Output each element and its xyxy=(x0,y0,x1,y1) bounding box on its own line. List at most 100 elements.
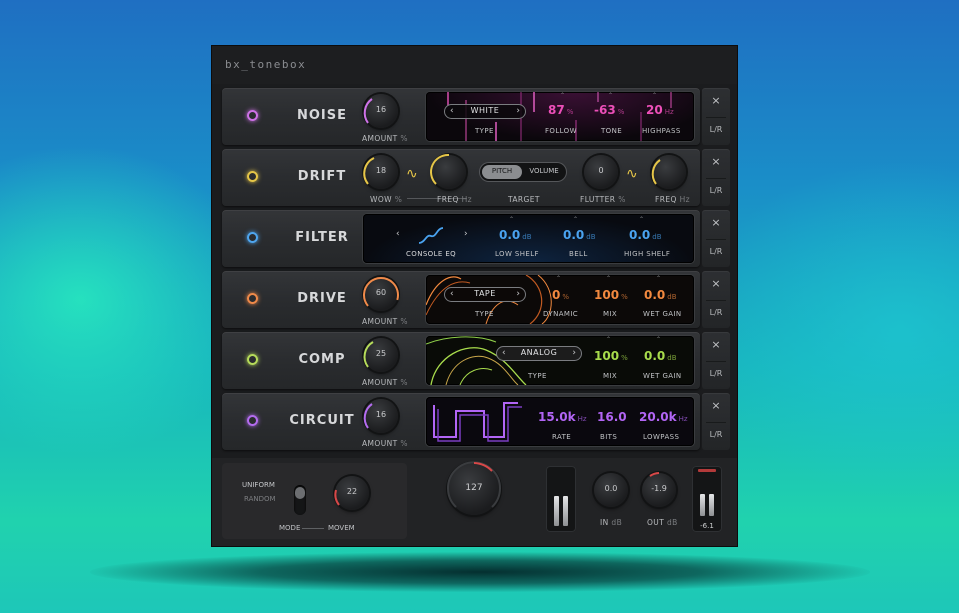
noise-follow-value[interactable]: 87% xyxy=(548,103,573,117)
comp-amount-value: 25 xyxy=(375,349,387,358)
circuit-lr-button[interactable]: L/R xyxy=(702,430,730,439)
circuit-power-button[interactable] xyxy=(247,415,258,426)
noise-type-selector[interactable]: ‹ WHITE › xyxy=(444,104,526,119)
chevron-right-icon[interactable]: › xyxy=(516,289,520,299)
comp-amount-knob[interactable]: 25 xyxy=(363,338,398,372)
drift-close-icon[interactable]: × xyxy=(702,155,730,168)
movement-knob[interactable]: 22 xyxy=(334,476,369,510)
eq-curve-icon xyxy=(418,227,444,244)
circuit-amount-knob[interactable]: 16 xyxy=(363,399,398,433)
comp-type-label: TYPE xyxy=(528,372,547,380)
comp-power-button[interactable] xyxy=(247,354,258,365)
noise-amount-knob[interactable]: 16 xyxy=(363,94,398,128)
drive-dynamic-value[interactable]: 0% xyxy=(552,288,569,302)
out-knob[interactable]: -1.9 xyxy=(642,472,676,507)
module-filter: FILTER ‹ › CONSOLE EQ ⌃ 0.0 dB LOW SHELF … xyxy=(222,210,700,267)
drive-type-selector[interactable]: ‹ TAPE › xyxy=(444,287,526,302)
filter-highshelf-label: HIGH SHELF xyxy=(624,250,671,258)
main-knob[interactable]: 127 xyxy=(447,461,501,515)
comp-wetgain-value[interactable]: 0.0 dB xyxy=(644,349,677,363)
filter-type-value[interactable]: CONSOLE EQ xyxy=(406,250,456,258)
mode-option-uniform[interactable]: UNIFORM xyxy=(242,481,275,489)
drift-flutter-value: 0 xyxy=(598,166,604,175)
filter-highshelf-value[interactable]: 0.0 dB xyxy=(629,228,662,242)
noise-lr-button[interactable]: L/R xyxy=(702,125,730,134)
comp-amount-label: AMOUNT % xyxy=(362,378,408,387)
drift-lr-button[interactable]: L/R xyxy=(702,186,730,195)
circuit-bits-label: BITS xyxy=(600,433,618,441)
filter-close-icon[interactable]: × xyxy=(702,216,730,229)
module-comp: COMP 25 AMOUNT % ‹ ANALOG › TYPE ⌃ 100% … xyxy=(222,332,700,389)
module-drive: DRIVE 60 AMOUNT % ‹ TAPE › TYPE ⌃ 0% DYN… xyxy=(222,271,700,328)
chevron-right-icon[interactable]: › xyxy=(572,348,576,358)
filter-lr-button[interactable]: L/R xyxy=(702,247,730,256)
bottom-panel: UNIFORM RANDOM 22 MODE MOVEM 127 0.0 IN … xyxy=(212,458,737,546)
filter-lowshelf-value[interactable]: 0.0 dB xyxy=(499,228,532,242)
drive-type-label: TYPE xyxy=(475,310,494,318)
mode-option-random[interactable]: RANDOM xyxy=(244,495,276,503)
in-label: IN dB xyxy=(600,518,623,527)
circuit-rate-value[interactable]: 15.0k Hz xyxy=(538,410,587,424)
chevron-left-icon[interactable]: ‹ xyxy=(396,229,400,239)
circuit-close-icon[interactable]: × xyxy=(702,399,730,412)
comp-lr-button[interactable]: L/R xyxy=(702,369,730,378)
drift-flutter-knob[interactable]: 0 xyxy=(584,155,618,189)
circuit-title: CIRCUIT xyxy=(289,413,355,428)
drive-mix-value[interactable]: 100% xyxy=(594,288,628,302)
drive-amount-label: AMOUNT % xyxy=(362,317,408,326)
noise-type-label: TYPE xyxy=(475,127,494,135)
circuit-lowpass-label: LOWPASS xyxy=(643,433,680,441)
noise-highpass-value[interactable]: 20 Hz xyxy=(646,103,674,117)
noise-tone-value[interactable]: -63% xyxy=(594,103,624,117)
input-meter xyxy=(546,466,576,532)
drive-lr-button[interactable]: L/R xyxy=(702,308,730,317)
module-drift: DRIFT 18 WOW % ∿ FREQ Hz PITCH VOLUME TA… xyxy=(222,149,700,206)
circuit-amount-label: AMOUNT % xyxy=(362,439,408,448)
noise-close-icon[interactable]: × xyxy=(702,94,730,107)
filter-power-button[interactable] xyxy=(247,232,258,243)
output-meter: -6.1 xyxy=(692,466,722,532)
target-option-volume[interactable]: VOLUME xyxy=(524,167,564,175)
drift-target-toggle[interactable]: PITCH VOLUME xyxy=(480,163,566,181)
target-option-pitch[interactable]: PITCH xyxy=(482,167,522,175)
in-value: 0.0 xyxy=(604,484,618,493)
drift-wow-knob[interactable]: 18 xyxy=(363,155,398,189)
noise-tone-label: TONE xyxy=(601,127,623,135)
chevron-right-icon[interactable]: › xyxy=(516,106,520,116)
filter-side-controls: × L/R xyxy=(702,210,730,267)
comp-mix-value[interactable]: 100% xyxy=(594,349,628,363)
comp-close-icon[interactable]: × xyxy=(702,338,730,351)
drift-freq-knob[interactable] xyxy=(430,153,466,189)
comp-type-selector[interactable]: ‹ ANALOG › xyxy=(496,346,582,361)
sine-wave-icon: ∿ xyxy=(406,166,418,182)
circuit-rate-label: RATE xyxy=(552,433,572,441)
drive-amount-value: 60 xyxy=(375,288,387,297)
drive-wetgain-label: WET GAIN xyxy=(643,310,682,318)
circuit-display: 15.0k Hz RATE 16.0 BITS 20.0k Hz LOWPASS xyxy=(426,397,694,446)
drift-wow-value: 18 xyxy=(375,166,387,175)
drift-side-controls: × L/R xyxy=(702,149,730,206)
filter-title: FILTER xyxy=(295,230,349,245)
filter-display: ‹ › CONSOLE EQ ⌃ 0.0 dB LOW SHELF ⌃ 0.0 dB… xyxy=(363,214,694,263)
noise-power-button[interactable] xyxy=(247,110,258,121)
drive-close-icon[interactable]: × xyxy=(702,277,730,290)
drive-wetgain-value[interactable]: 0.0 dB xyxy=(644,288,677,302)
chevron-right-icon[interactable]: › xyxy=(464,229,468,239)
drive-amount-knob[interactable]: 60 xyxy=(363,277,399,311)
circuit-amount-value: 16 xyxy=(375,410,387,419)
plugin-window: bx_tonebox NOISE 16 AMOUNT % ‹ WHITE › T… xyxy=(212,46,737,546)
movement-label: MOVEM xyxy=(328,524,355,532)
in-knob[interactable]: 0.0 xyxy=(594,473,628,507)
drift-freq2-knob[interactable] xyxy=(651,155,686,189)
drift-power-button[interactable] xyxy=(247,171,258,182)
out-label: OUT dB xyxy=(647,518,678,527)
circuit-bits-value[interactable]: 16.0 xyxy=(597,410,627,424)
circuit-lowpass-value[interactable]: 20.0k Hz xyxy=(639,410,688,424)
filter-bell-value[interactable]: 0.0 dB xyxy=(563,228,596,242)
module-noise: NOISE 16 AMOUNT % ‹ WHITE › TYPE ⌃ 87 % … xyxy=(222,88,700,145)
movement-panel: UNIFORM RANDOM 22 MODE MOVEM xyxy=(222,463,407,539)
meter-readout: -6.1 xyxy=(700,522,714,530)
mode-toggle[interactable] xyxy=(294,485,306,515)
drive-side-controls: × L/R xyxy=(702,271,730,328)
drive-power-button[interactable] xyxy=(247,293,258,304)
